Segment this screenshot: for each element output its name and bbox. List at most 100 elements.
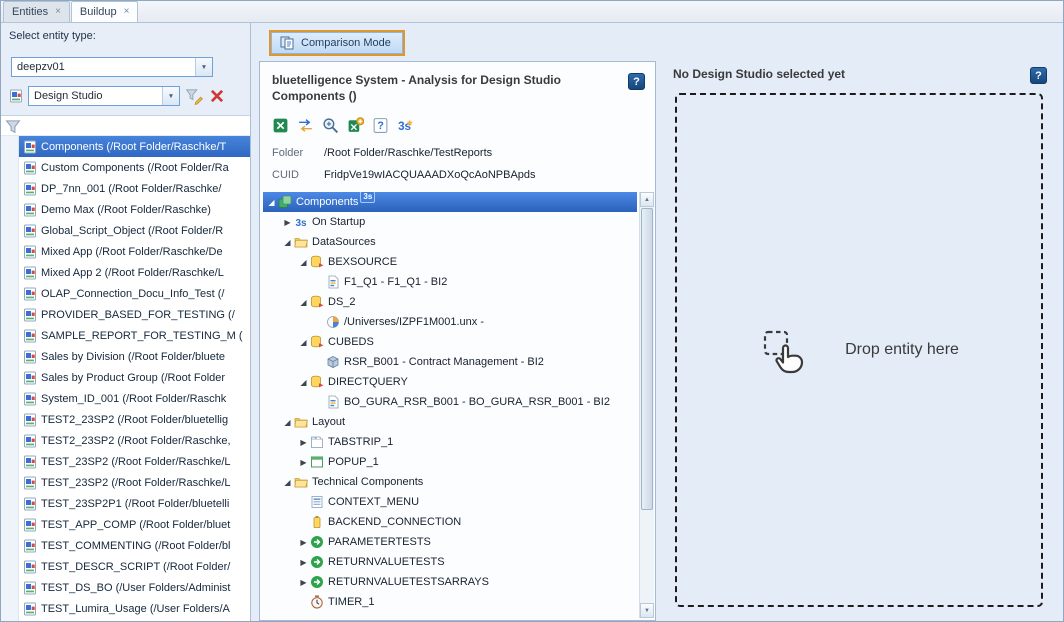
tree-node-label: BACKEND_CONNECTION (328, 516, 461, 528)
tab-entities[interactable]: Entities × (3, 1, 70, 22)
entity-row[interactable]: OLAP_Connection_Docu_Info_Test (/ (1, 283, 250, 304)
entity-row[interactable]: TEST2_23SP2 (/Root Folder/bluetellig (1, 409, 250, 430)
tree-node[interactable]: ▶PARAMETERTESTS (263, 532, 637, 552)
tree-node[interactable]: RSR_B001 - Contract Management - BI2 (263, 352, 637, 372)
collapsed-arrow-icon[interactable]: ▶ (297, 458, 310, 467)
entity-label: TEST_23SP2 (/Root Folder/Raschke/L (41, 456, 250, 468)
expanded-arrow-icon[interactable]: ◢ (297, 298, 310, 307)
tree-node-label: RETURNVALUETESTSARRAYS (328, 576, 489, 588)
entity-label: TEST_DESCR_SCRIPT (/Root Folder/ (41, 561, 250, 573)
tab-close-icon[interactable]: × (124, 7, 130, 17)
tree-node[interactable]: BACKEND_CONNECTION (263, 512, 637, 532)
entity-row[interactable]: TEST_APP_COMP (/Root Folder/bluet (1, 514, 250, 535)
expanded-arrow-icon[interactable]: ◢ (297, 338, 310, 347)
entity-row[interactable]: TEST2_23SP2 (/Root Folder/Raschke, (1, 430, 250, 451)
scrollbar-thumb[interactable] (641, 208, 653, 510)
chevron-down-icon[interactable]: ▼ (162, 87, 179, 105)
entity-row[interactable]: TEST_ON_SMALL_INITIAL_VIEW (/Ro (1, 619, 250, 621)
design-studio-icon (23, 245, 37, 259)
tree-scrollbar[interactable]: ▲ ▼ (639, 192, 654, 618)
app-window: Entities×Buildup× Select entity type: de… (0, 0, 1064, 622)
entity-row[interactable]: Mixed App 2 (/Root Folder/Raschke/L (1, 262, 250, 283)
entity-row[interactable]: DP_7nn_001 (/Root Folder/Raschke/ (1, 178, 250, 199)
tree-node[interactable]: BO_GURA_RSR_B001 - BO_GURA_RSR_B001 - BI… (263, 392, 637, 412)
entity-row[interactable]: TEST_23SP2 (/Root Folder/Raschke/L (1, 451, 250, 472)
entity-row[interactable]: Demo Max (/Root Folder/Raschke) (1, 199, 250, 220)
tab-buildup[interactable]: Buildup× (71, 1, 139, 22)
tree-node[interactable]: ▶ RETURNVALUETESTS (263, 552, 637, 572)
entity-type-select[interactable]: Design Studio ▼ (28, 86, 180, 106)
collapsed-arrow-icon[interactable]: ▶ (297, 578, 310, 587)
design-studio-icon (23, 434, 37, 448)
expanded-arrow-icon[interactable]: ◢ (281, 238, 294, 247)
entity-row[interactable]: TEST_23SP2 (/Root Folder/Raschke/L (1, 472, 250, 493)
collapsed-arrow-icon[interactable]: ▶ (281, 218, 294, 227)
collapsed-arrow-icon[interactable]: ▶ (297, 558, 310, 567)
tree-node[interactable]: /Universes/IZPF1M001.unx - (263, 312, 637, 332)
zoom-search-button[interactable] (322, 117, 339, 134)
compare-arrows-button[interactable] (297, 117, 314, 134)
expanded-arrow-icon[interactable]: ◢ (281, 478, 294, 487)
expanded-arrow-icon[interactable]: ◢ (281, 418, 294, 427)
tree-node[interactable]: ◢DataSources (263, 232, 637, 252)
tree-node[interactable]: ◢Layout (263, 412, 637, 432)
row-indicator (1, 325, 19, 346)
entity-row[interactable]: Sales by Division (/Root Folder/bluete (1, 346, 250, 367)
entity-row[interactable]: TEST_Lumira_Usage (/User Folders/A (1, 598, 250, 619)
auto-filter-row[interactable] (1, 115, 250, 136)
clear-filter-button[interactable] (208, 87, 226, 105)
expanded-arrow-icon[interactable]: ◢ (265, 198, 278, 207)
help-icon[interactable]: ? (628, 73, 645, 90)
popup-icon (310, 455, 324, 469)
expanded-arrow-icon[interactable]: ◢ (297, 258, 310, 267)
entity-drop-zone[interactable]: Drop entity here (675, 93, 1043, 607)
export-excel-button[interactable] (272, 117, 289, 134)
chevron-down-icon[interactable]: ▼ (195, 58, 212, 76)
tree-node[interactable]: ◢Components3s (263, 192, 637, 212)
help-icon[interactable]: ? (1030, 67, 1047, 84)
entity-row[interactable]: TEST_DS_BO (/User Folders/Administ (1, 577, 250, 598)
entity-label: TEST_COMMENTING (/Root Folder/bl (41, 540, 250, 552)
entity-row[interactable]: Mixed App (/Root Folder/Raschke/De (1, 241, 250, 262)
tree-node[interactable]: F1_Q1 - F1_Q1 - BI2 (263, 272, 637, 292)
entity-row[interactable]: SAMPLE_REPORT_FOR_TESTING_M ( (1, 325, 250, 346)
entity-row[interactable]: Sales by Product Group (/Root Folder (1, 367, 250, 388)
entity-row[interactable]: System_ID_001 (/Root Folder/Raschk (1, 388, 250, 409)
help-document-button[interactable]: ? (372, 117, 389, 134)
collapsed-arrow-icon[interactable]: ▶ (297, 538, 310, 547)
tree-node[interactable]: ▶ RETURNVALUETESTSARRAYS (263, 572, 637, 592)
tree-node[interactable]: TIMER_1 (263, 592, 637, 612)
tree-node[interactable]: ▶TABSTRIP_1 (263, 432, 637, 452)
three-s-button[interactable]: 3s (397, 117, 414, 134)
entity-row[interactable]: Custom Components (/Root Folder/Ra (1, 157, 250, 178)
entity-row[interactable]: TEST_23SP2P1 (/Root Folder/bluetelli (1, 493, 250, 514)
entity-row[interactable]: Global_Script_Object (/Root Folder/R (1, 220, 250, 241)
expanded-arrow-icon[interactable]: ◢ (297, 378, 310, 387)
tab-close-icon[interactable]: × (55, 7, 61, 17)
tree-node[interactable]: ◢BEXSOURCE (263, 252, 637, 272)
row-indicator (1, 220, 19, 241)
entity-list: Components (/Root Folder/Raschke/TCustom… (1, 136, 250, 621)
tree-node-label: RSR_B001 - Contract Management - BI2 (344, 356, 544, 368)
scroll-up-icon[interactable]: ▲ (640, 192, 654, 207)
tree-node[interactable]: ▶3sOn Startup (263, 212, 637, 232)
design-studio-icon (23, 602, 37, 616)
tab-label: Entities (12, 6, 48, 18)
comparison-mode-button[interactable]: Comparison Mode (269, 30, 405, 56)
entity-row[interactable]: Components (/Root Folder/Raschke/T (1, 136, 250, 157)
entity-row[interactable]: PROVIDER_BASED_FOR_TESTING (/ (1, 304, 250, 325)
tree-node[interactable]: ◢CUBEDS (263, 332, 637, 352)
tree-node[interactable]: ◢Technical Components (263, 472, 637, 492)
tree-node-label: RETURNVALUETESTS (328, 556, 445, 568)
scroll-down-icon[interactable]: ▼ (640, 603, 654, 618)
excel-add-button[interactable] (347, 117, 364, 134)
entity-row[interactable]: TEST_DESCR_SCRIPT (/Root Folder/ (1, 556, 250, 577)
tree-node[interactable]: ◢DS_2 (263, 292, 637, 312)
system-select[interactable]: deepzv01 ▼ (11, 57, 213, 77)
entity-row[interactable]: TEST_COMMENTING (/Root Folder/bl (1, 535, 250, 556)
tree-node[interactable]: ▶POPUP_1 (263, 452, 637, 472)
collapsed-arrow-icon[interactable]: ▶ (297, 438, 310, 447)
filter-edit-button[interactable] (185, 87, 203, 105)
tree-node[interactable]: CONTEXT_MENU (263, 492, 637, 512)
tree-node[interactable]: ◢DIRECTQUERY (263, 372, 637, 392)
